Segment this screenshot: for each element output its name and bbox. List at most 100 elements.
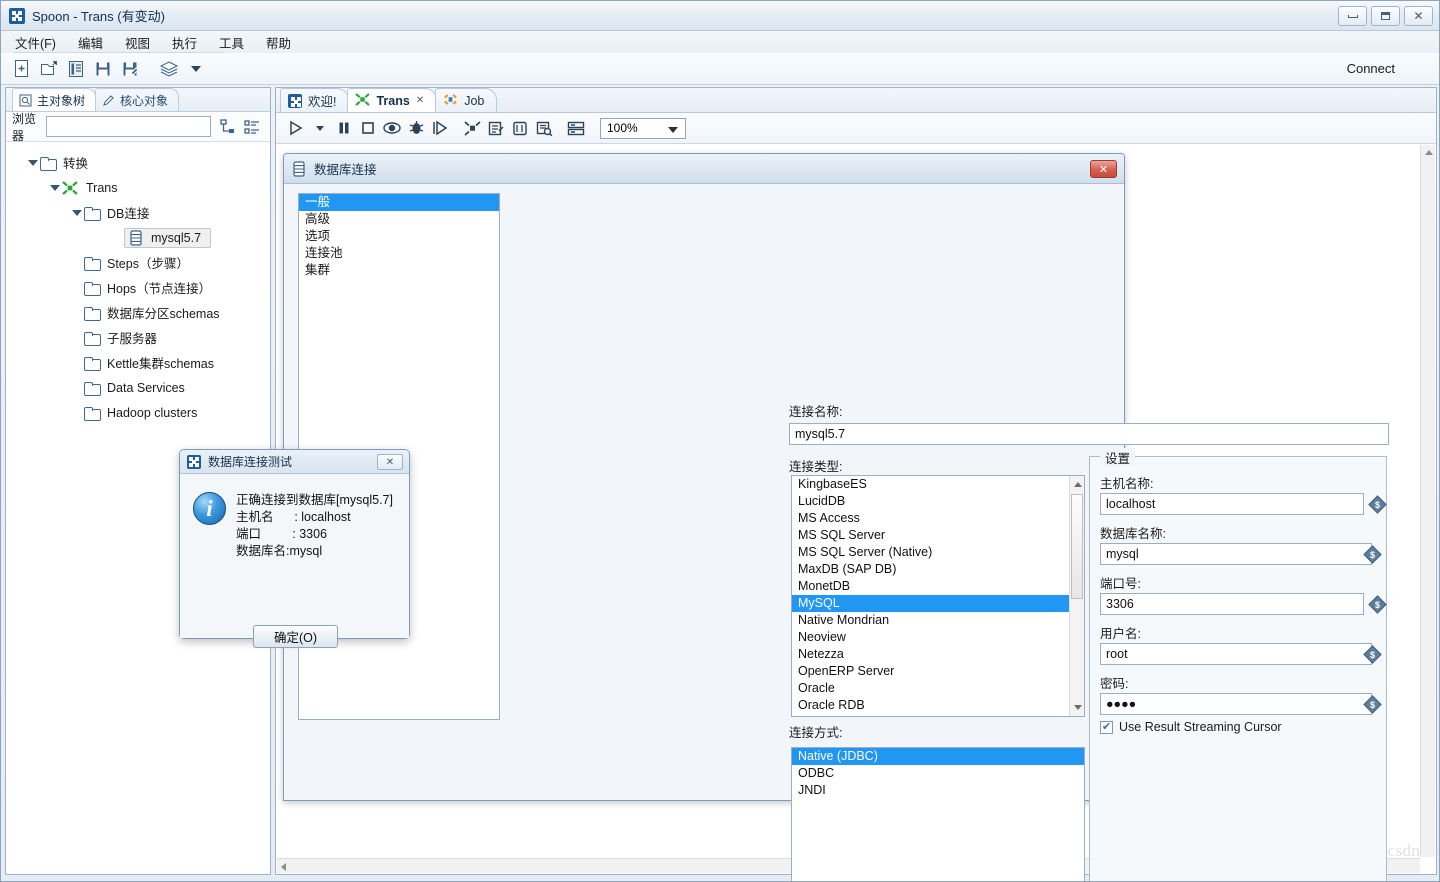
conn-type-scrollbar[interactable]	[1069, 476, 1084, 716]
tree-item-kettle-cluster-schemas[interactable]: Kettle集群schemas	[6, 350, 270, 375]
pause-icon[interactable]	[332, 117, 356, 139]
connection-type-list[interactable]: KingbaseES LucidDB MS Access MS SQL Serv…	[791, 475, 1085, 717]
conn-type-option[interactable]: Oracle	[792, 680, 1084, 697]
scroll-left-icon[interactable]	[281, 863, 286, 871]
tab-welcome[interactable]: 欢迎!	[280, 88, 350, 112]
tree-item-partition-schemas[interactable]: 数据库分区schemas	[6, 300, 270, 325]
variable-icon[interactable]: $	[1368, 595, 1387, 614]
tree-item-data-services[interactable]: Data Services	[6, 375, 270, 400]
conn-type-option[interactable]: MonetDB	[792, 578, 1084, 595]
grid-icon[interactable]	[508, 117, 532, 139]
close-button[interactable]: ✕	[1404, 6, 1433, 26]
scrollbar-thumb[interactable]	[1071, 494, 1083, 599]
tab-job[interactable]: Job	[435, 88, 498, 112]
hostname-input[interactable]: localhost	[1100, 493, 1364, 515]
new-file-icon[interactable]	[11, 58, 33, 80]
minimize-button[interactable]	[1338, 6, 1367, 26]
menu-view[interactable]: 视图	[125, 33, 150, 52]
scroll-up-icon[interactable]	[1070, 476, 1084, 493]
menu-run[interactable]: 执行	[172, 33, 197, 52]
save-as-icon[interactable]	[119, 58, 141, 80]
expand-twisty-icon[interactable]	[48, 181, 62, 195]
conn-type-option[interactable]: KingbaseES	[792, 476, 1084, 493]
search-metadata-icon[interactable]	[532, 117, 556, 139]
folder-icon	[84, 406, 101, 421]
expand-twisty-icon[interactable]	[70, 206, 84, 220]
tree-item-db-connections[interactable]: DB连接	[6, 200, 270, 225]
menu-edit[interactable]: 编辑	[78, 33, 103, 52]
dialog-close-button[interactable]: ✕	[1090, 160, 1117, 178]
test-dialog-ok-button[interactable]: 确定(O)	[253, 625, 338, 648]
scroll-down-icon[interactable]	[1070, 699, 1084, 716]
conn-type-option[interactable]: Oracle RDB	[792, 697, 1084, 714]
dropdown-arrow-icon[interactable]	[185, 58, 207, 80]
streaming-cursor-checkbox[interactable]: ✔	[1100, 720, 1113, 734]
tree-item-slave-servers[interactable]: 子服务器	[6, 325, 270, 350]
section-advanced[interactable]: 高级	[299, 211, 499, 228]
connection-name-input[interactable]: mysql5.7	[789, 423, 1389, 445]
tab-trans[interactable]: Trans ✕	[347, 88, 438, 112]
conn-type-option[interactable]: MS Access	[792, 510, 1084, 527]
conn-type-option[interactable]: Native Mondrian	[792, 612, 1084, 629]
connect-label[interactable]: Connect	[1347, 61, 1395, 76]
tab-close-icon[interactable]: ✕	[416, 95, 424, 106]
port-input[interactable]: 3306	[1100, 593, 1364, 615]
tab-main-object-tree[interactable]: 主对象树	[12, 88, 97, 111]
expand-twisty-icon[interactable]	[26, 156, 40, 170]
debug-icon[interactable]	[404, 117, 428, 139]
browser-search-input[interactable]	[46, 116, 211, 137]
open-file-icon[interactable]	[38, 58, 60, 80]
database-name-input[interactable]: mysql	[1100, 543, 1372, 565]
section-options[interactable]: 选项	[299, 228, 499, 245]
tab-core-objects[interactable]: 核心对象	[95, 88, 180, 111]
tree-item-label: Hops（节点连接）	[107, 282, 212, 296]
tree-item-trans[interactable]: Trans	[6, 175, 270, 200]
expand-tree-icon[interactable]	[244, 119, 260, 135]
maximize-button[interactable]	[1371, 6, 1400, 26]
tree-item-hops[interactable]: Hops（节点连接）	[6, 275, 270, 300]
run-icon[interactable]	[284, 117, 308, 139]
menu-file[interactable]: 文件(F)	[15, 33, 56, 52]
section-general[interactable]: 一般	[299, 194, 499, 211]
save-icon[interactable]	[92, 58, 114, 80]
show-results-icon[interactable]	[484, 117, 508, 139]
preview-icon[interactable]	[380, 117, 404, 139]
variable-icon[interactable]: $	[1368, 495, 1387, 514]
hide-inactive-icon[interactable]	[460, 117, 484, 139]
conn-method-option[interactable]: JNDI	[792, 782, 1084, 799]
stop-icon[interactable]	[356, 117, 380, 139]
tree-item-mysql57[interactable]: mysql5.7	[6, 225, 270, 250]
conn-type-option[interactable]: MaxDB (SAP DB)	[792, 561, 1084, 578]
align-icon[interactable]	[564, 117, 588, 139]
tree-item-steps[interactable]: Steps（步骤）	[6, 250, 270, 275]
zoom-combo[interactable]: 100%	[600, 117, 686, 139]
conn-method-option-selected[interactable]: Native (JDBC)	[792, 748, 1084, 765]
section-clustering[interactable]: 集群	[299, 262, 499, 279]
conn-type-option[interactable]: LucidDB	[792, 493, 1084, 510]
conn-type-option[interactable]: OpenERP Server	[792, 663, 1084, 680]
password-input[interactable]: ●●●●	[1100, 693, 1372, 715]
conn-type-option[interactable]: Netezza	[792, 646, 1084, 663]
username-input[interactable]: root	[1100, 643, 1372, 665]
collapse-tree-icon[interactable]	[220, 118, 236, 135]
canvas-vertical-scrollbar[interactable]	[1420, 145, 1435, 857]
conn-type-option[interactable]: MS SQL Server	[792, 527, 1084, 544]
conn-type-option[interactable]: Neoview	[792, 629, 1084, 646]
connection-method-list[interactable]: Native (JDBC) ODBC JNDI	[791, 747, 1085, 881]
layers-icon[interactable]	[158, 58, 180, 80]
run-options-arrow-icon[interactable]	[308, 117, 332, 139]
replay-icon[interactable]	[428, 117, 452, 139]
menu-help[interactable]: 帮助	[266, 33, 291, 52]
explorer-icon[interactable]	[65, 58, 87, 80]
tree-item-hadoop-clusters[interactable]: Hadoop clusters	[6, 400, 270, 425]
menu-tools[interactable]: 工具	[219, 33, 244, 52]
test-dialog-close-button[interactable]: ✕	[377, 454, 403, 470]
chevron-down-icon[interactable]	[668, 126, 678, 133]
tree-item-transformations[interactable]: 转换	[6, 150, 270, 175]
conn-type-option-selected[interactable]: MySQL	[792, 595, 1084, 612]
streaming-cursor-row[interactable]: ✔ Use Result Streaming Cursor	[1100, 720, 1282, 734]
conn-type-option[interactable]: MS SQL Server (Native)	[792, 544, 1084, 561]
section-pooling[interactable]: 连接池	[299, 245, 499, 262]
conn-method-option[interactable]: ODBC	[792, 765, 1084, 782]
scroll-up-icon[interactable]	[1425, 150, 1433, 155]
